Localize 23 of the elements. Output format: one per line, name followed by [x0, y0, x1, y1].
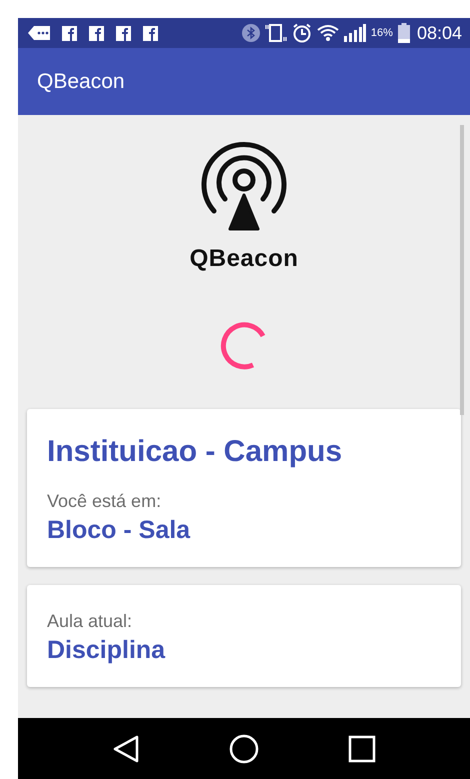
battery-percent: 16%	[370, 27, 393, 39]
battery-icon	[398, 23, 410, 43]
signal-icon	[344, 24, 366, 42]
app-title: QBeacon	[37, 70, 125, 94]
card-value: Disciplina	[47, 636, 166, 665]
notification-icon	[89, 26, 104, 40]
vibrate-icon	[264, 23, 287, 43]
logo-text: QBeacon	[190, 245, 298, 273]
notification-icon	[62, 26, 77, 40]
card-label: Você está em:	[47, 491, 162, 512]
card-value: Bloco - Sala	[47, 516, 192, 545]
card-label: Aula atual:	[47, 611, 134, 632]
card-title: Instituicao - Campus	[47, 435, 344, 469]
notification-icon	[143, 26, 158, 40]
home-icon[interactable]	[228, 734, 259, 764]
recents-icon[interactable]	[348, 734, 376, 762]
clock: 08:04	[416, 22, 462, 44]
bluetooth-icon	[242, 24, 260, 42]
notification-icon	[116, 26, 131, 40]
wifi-icon	[316, 24, 339, 42]
message-icon	[28, 26, 50, 40]
alarm-icon	[292, 23, 312, 43]
back-icon[interactable]	[112, 734, 140, 762]
